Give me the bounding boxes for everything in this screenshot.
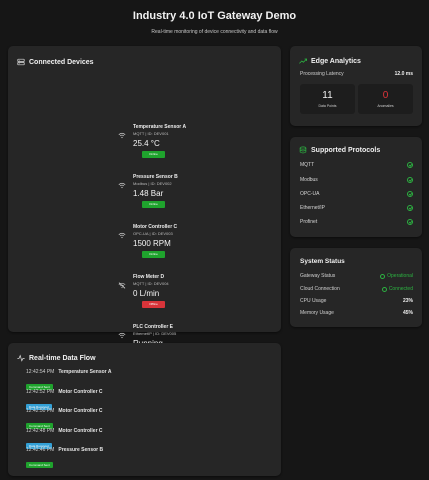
protocols-card-title: Supported Protocols: [299, 146, 380, 154]
status-card-title: System Status: [300, 258, 345, 265]
page-title: Industry 4.0 IoT Gateway Demo: [132, 10, 297, 22]
gateway-status-row: Gateway Status Operational: [300, 273, 413, 279]
device-meta: EthernetIP | ID: DEV005: [133, 331, 177, 336]
flow-title-label: Real-time Data Flow: [29, 354, 96, 362]
status-label: CPU Usage: [300, 298, 327, 304]
database-icon: [299, 146, 307, 154]
server-icon: [17, 58, 25, 66]
protocol-item: Ethernet/IP: [300, 205, 413, 211]
wifi-icon: [118, 126, 126, 139]
connected-devices-card: Connected Devices Temperature Sensor A M…: [8, 46, 281, 358]
flow-device: Temperature Sensor A: [58, 369, 112, 375]
device-name: Temperature Sensor A: [133, 124, 187, 130]
protocol-item: Profinet: [300, 219, 413, 225]
protocol-name: OPC-UA: [300, 191, 320, 197]
device-value: 1500 RPM: [133, 239, 171, 248]
status-value: 23%: [402, 298, 413, 304]
memory-usage-row: Memory Usage 45%: [300, 310, 413, 316]
latency-label: Processing Latency: [300, 71, 344, 77]
status-badge: Online: [142, 201, 165, 208]
status-label: Cloud Connection: [300, 286, 340, 292]
check-circle-icon: [407, 219, 413, 225]
protocol-name: MQTT: [300, 162, 315, 168]
protocol-item: MQTT: [300, 162, 413, 168]
status-label: Memory Usage: [300, 310, 334, 316]
cloud-connection-row: Cloud Connection Connected: [300, 286, 413, 292]
check-circle-icon: [407, 205, 413, 211]
device-meta: OPC-UA | ID: DEV003: [133, 231, 173, 236]
wifi-off-icon: [118, 276, 126, 289]
activity-icon: [17, 354, 25, 362]
check-circle-icon: [407, 162, 413, 168]
trending-up-icon: [299, 57, 307, 65]
latency-row: Processing Latency 12.0 ms: [300, 71, 413, 77]
flow-device: Motor Controller C: [58, 408, 103, 414]
wifi-icon: [118, 176, 126, 189]
anomalies-value: 0: [382, 90, 389, 101]
latency-value: 12.0 ms: [394, 71, 413, 77]
status-value: Operational: [387, 273, 413, 279]
data-points-label: Data Points: [318, 104, 337, 108]
flow-card-title: Real-time Data Flow: [17, 354, 96, 362]
device-value: 0 L/min: [133, 289, 160, 298]
protocol-name: Modbus: [300, 177, 318, 183]
flow-time: 12:42:52 PM: [26, 389, 55, 395]
data-flow-card: Real-time Data Flow 12:42:54 PM Temperatu…: [8, 343, 281, 476]
page-subtitle: Real-time monitoring of device connectiv…: [151, 29, 278, 35]
status-value: Connected: [388, 286, 413, 292]
data-points-box: 11 Data Points: [300, 84, 355, 114]
anomalies-box: 0 Anomalies: [358, 84, 413, 114]
check-circle-icon: [407, 177, 413, 183]
protocol-item: OPC-UA: [300, 191, 413, 197]
status-badge: Online: [142, 151, 165, 158]
flow-device: Motor Controller C: [58, 389, 103, 395]
status-badge: Online: [142, 251, 165, 258]
device-name: Flow Meter D: [133, 274, 165, 280]
status-badge: Offline: [142, 301, 165, 308]
page-header: Industry 4.0 IoT Gateway Demo Real-time …: [0, 10, 429, 35]
flow-device: Motor Controller C: [58, 428, 103, 434]
system-status-card: System Status Gateway Status Operational…: [290, 248, 422, 327]
edge-card-title: Edge Analytics: [299, 57, 361, 65]
devices-title-label: Connected Devices: [29, 58, 94, 66]
devices-card-title: Connected Devices: [17, 58, 94, 66]
device-meta: MQTT | ID: DEV004: [133, 281, 169, 286]
flow-time: 12:42:50 PM: [26, 408, 55, 414]
flow-time: 12:42:46 PM: [26, 447, 55, 453]
protocol-item: Modbus: [300, 177, 413, 183]
protocols-title-label: Supported Protocols: [311, 146, 381, 154]
protocols-card: Supported Protocols MQTT Modbus OPC-UA E…: [290, 137, 422, 237]
device-value: 25.4 °C: [133, 139, 160, 148]
edge-title-label: Edge Analytics: [311, 57, 361, 65]
flow-time: 12:42:54 PM: [26, 369, 55, 375]
check-circle-icon: [407, 191, 413, 197]
device-value: 1.48 Bar: [133, 189, 164, 198]
cpu-usage-row: CPU Usage 23%: [300, 298, 413, 304]
status-label: Gateway Status: [300, 273, 336, 279]
flow-item: 12:42:46 PM Pressure Sensor B Command Sen…: [26, 447, 103, 471]
device-meta: MQTT | ID: DEV001: [133, 131, 169, 136]
device-meta: Modbus | ID: DEV002: [133, 181, 172, 186]
check-circle-icon: [381, 286, 387, 292]
wifi-icon: [118, 326, 126, 339]
data-points-value: 11: [322, 90, 333, 101]
wifi-icon: [118, 226, 126, 239]
status-value: 45%: [402, 310, 413, 316]
device-name: Motor Controller C: [133, 224, 178, 230]
edge-analytics-card: Edge Analytics Processing Latency 12.0 m…: [290, 46, 422, 126]
flow-badge: Command Sent: [26, 462, 53, 468]
device-name: Pressure Sensor B: [133, 174, 178, 180]
flow-device: Pressure Sensor B: [58, 447, 104, 453]
protocol-name: Ethernet/IP: [300, 205, 326, 211]
anomalies-label: Anomalies: [377, 104, 394, 108]
protocol-name: Profinet: [300, 219, 318, 225]
device-name: PLC Controller E: [133, 324, 174, 330]
check-circle-icon: [380, 273, 386, 279]
flow-time: 12:42:48 PM: [26, 428, 55, 434]
